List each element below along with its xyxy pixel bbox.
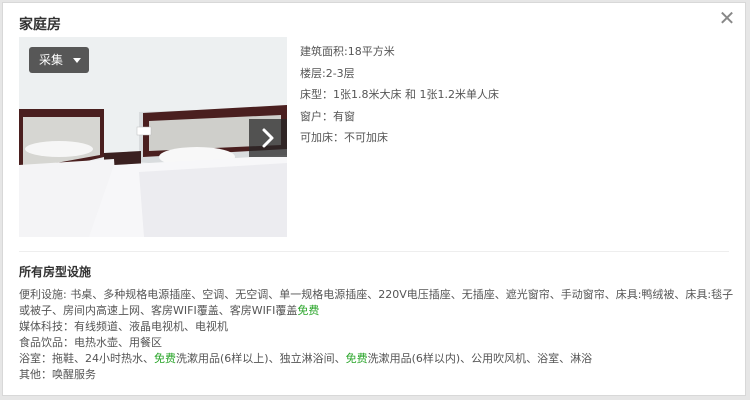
facility-media: 媒体科技：有线频道、液晶电视机、电视机 bbox=[19, 320, 228, 333]
room-info-area: 建筑面积:18平方米 bbox=[300, 45, 395, 58]
room-info-extra-bed: 可加床：不可加床 bbox=[300, 131, 388, 144]
caret-down-icon bbox=[73, 58, 81, 63]
room-info: 建筑面积:18平方米 楼层:2-3层 床型：1张1.8米大床 和 1张1.2米单… bbox=[300, 41, 499, 149]
close-icon[interactable]: ✕ bbox=[717, 8, 737, 28]
facility-food: 食品饮品：电热水壶、用餐区 bbox=[19, 336, 162, 349]
free-badge: 免费 bbox=[154, 352, 176, 365]
facility-convenience: 便利设施: 书桌、多种规格电源插座、空调、无空调、单一规格电源插座、220V电压… bbox=[19, 288, 734, 317]
room-photo: 采集 bbox=[19, 37, 287, 237]
section-divider bbox=[19, 251, 729, 252]
dialog-title: 家庭房 bbox=[19, 17, 61, 33]
room-info-window: 窗户：有窗 bbox=[300, 109, 355, 123]
facilities-list: 便利设施: 书桌、多种规格电源插座、空调、无空调、单一规格电源插座、220V电压… bbox=[19, 287, 735, 383]
collect-button-label: 采集 bbox=[39, 53, 64, 67]
room-detail-dialog: 家庭房 ✕ 采集 建筑面积:18平方米 楼层:2-3层 床型：1张1.8米大床 … bbox=[2, 2, 746, 396]
next-photo-button[interactable] bbox=[249, 119, 287, 157]
facility-other: 其他：唤醒服务 bbox=[19, 368, 96, 381]
room-info-bed: 床型：1张1.8米大床 和 1张1.2米单人床 bbox=[300, 88, 499, 101]
free-badge: 免费 bbox=[345, 352, 368, 365]
facility-bath: 浴室：拖鞋、24小时热水、免费洗漱用品(6样以上)、独立淋浴间、免费洗漱用品(6… bbox=[19, 352, 593, 365]
room-info-floor: 楼层:2-3层 bbox=[300, 66, 355, 80]
facilities-title: 所有房型设施 bbox=[19, 265, 92, 279]
chevron-right-icon bbox=[262, 128, 274, 148]
free-badge: 免费 bbox=[297, 304, 320, 317]
collect-dropdown-button[interactable]: 采集 bbox=[29, 47, 89, 73]
